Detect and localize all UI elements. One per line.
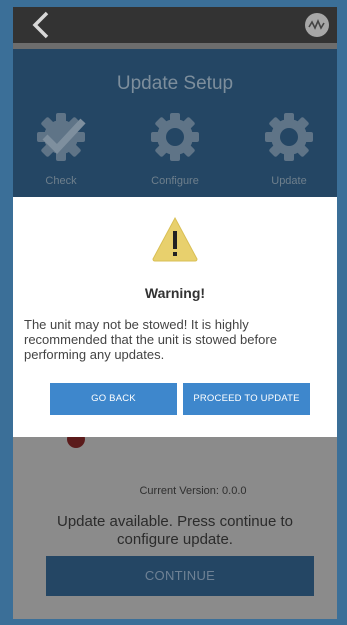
current-version: Current Version: 0.0.0 (139, 485, 247, 497)
gear-icon (265, 113, 313, 161)
page-title: Update Setup (116, 73, 234, 94)
step-configure: Configure (135, 109, 215, 187)
chevron-left-icon[interactable] (27, 11, 55, 39)
check-gear-icon (37, 113, 86, 161)
step-label: Update (271, 175, 307, 187)
gear-icon (151, 113, 199, 161)
update-setup-header: Update Setup Check Configure Update (13, 49, 337, 197)
warning-dialog: Warning! The unit may not be stowed! It … (13, 197, 337, 437)
step-update: Update (249, 109, 329, 187)
warning-triangle-icon (152, 216, 198, 262)
proceed-to-update-button[interactable]: PROCEED TO UPDATE (183, 383, 310, 415)
step-label: Check (45, 175, 77, 187)
dialog-title: Warning! (144, 285, 206, 301)
top-bar (13, 7, 337, 43)
app-frame: Update Setup Check Configure Update Curr… (13, 7, 337, 619)
go-back-button[interactable]: GO BACK (50, 383, 177, 415)
update-status-area: Current Version: 0.0.0 Update available.… (13, 430, 337, 619)
dialog-message: The unit may not be stowed! It is highly… (24, 317, 277, 362)
wave-logo-icon[interactable] (305, 13, 329, 37)
continue-button[interactable]: CONTINUE (46, 556, 314, 596)
update-message: Update available. Press continue to conf… (57, 513, 293, 548)
step-label: Configure (151, 175, 199, 187)
step-check: Check (21, 109, 101, 187)
